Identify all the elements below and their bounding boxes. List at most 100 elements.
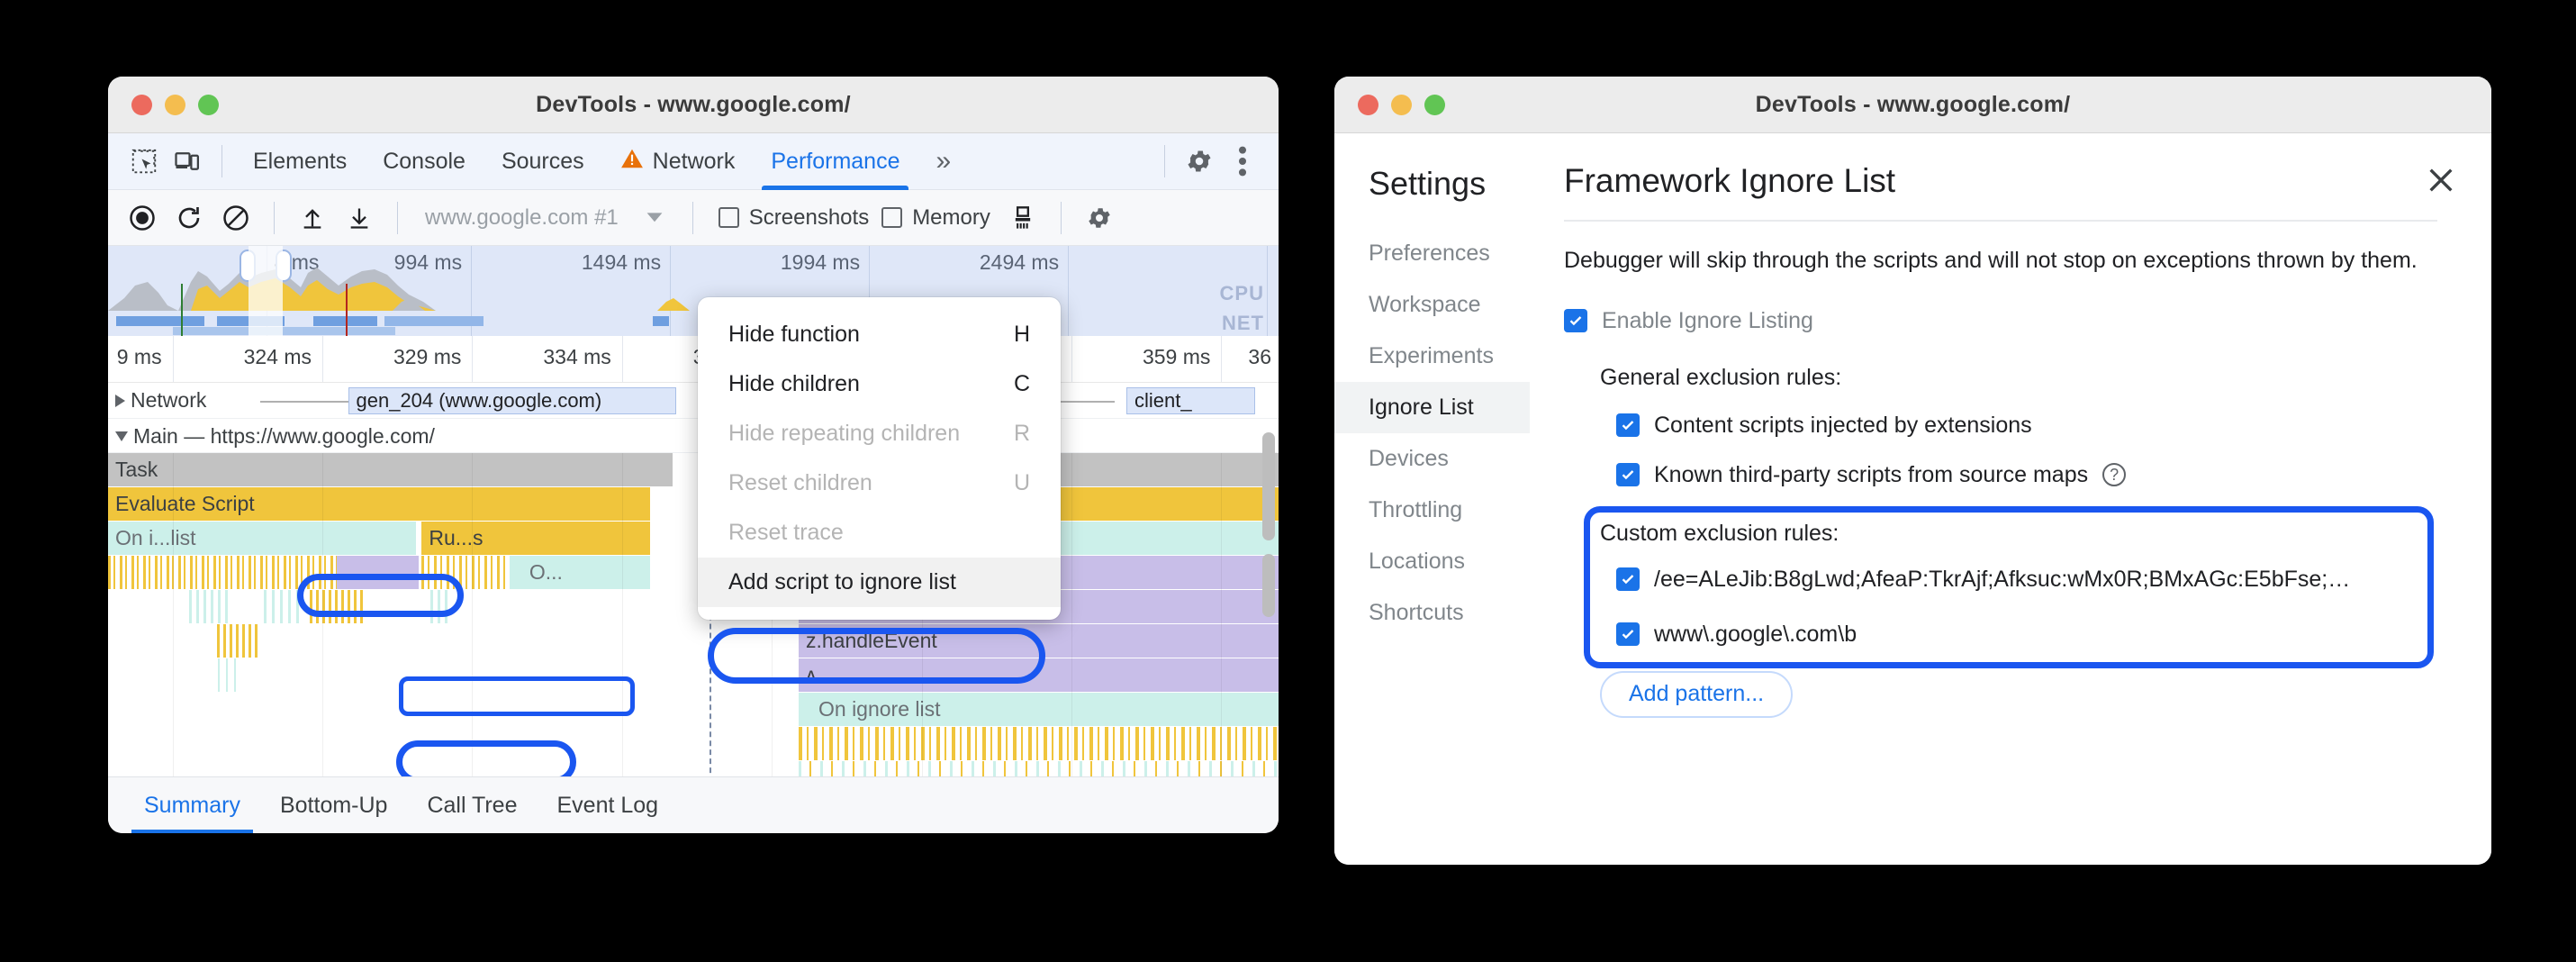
toggle-device-toolbar-icon[interactable] (166, 140, 209, 183)
toolbar2-divider-3 (692, 202, 693, 234)
tab-sources[interactable]: Sources (484, 133, 602, 190)
chevron-down-icon[interactable] (633, 196, 676, 240)
flame-gridline-4 (622, 453, 623, 818)
flame-gridline-7 (1071, 453, 1072, 818)
bottom-tab-summary[interactable]: Summary (124, 777, 260, 834)
sidebar-item-preferences[interactable]: Preferences (1334, 228, 1530, 279)
more-options-icon[interactable] (1221, 140, 1264, 183)
flame-bar-on-ignore-list-a[interactable]: On i...list (108, 522, 416, 555)
flame-bar-run-microtasks[interactable]: Ru...s (421, 522, 650, 555)
gear-icon[interactable] (1178, 140, 1221, 183)
collect-garbage-icon[interactable] (1001, 196, 1044, 240)
enable-ignore-listing-checkbox-box[interactable] (1564, 309, 1587, 332)
memory-checkbox[interactable]: Memory (881, 205, 990, 231)
trace-select-value[interactable]: www.google.com #1 (414, 205, 629, 231)
add-pattern-button[interactable]: Add pattern... (1600, 671, 1793, 718)
flame-bar-evaluate-script-label: Evaluate Script (115, 492, 255, 516)
custom-rule-1[interactable]: /ee=ALeJib:B8gLwd;AfeaP:TkrAjf;Afksuc:wM… (1616, 567, 2437, 593)
collapse-triangle-icon[interactable] (115, 431, 128, 441)
enable-ignore-listing-checkbox[interactable]: Enable Ignore Listing (1564, 308, 2437, 334)
screenshots-checkbox[interactable]: Screenshots (719, 205, 869, 231)
memory-checkbox-box[interactable] (881, 207, 902, 228)
settings-main-panel: Framework Ignore List Debugger will skip… (1530, 133, 2491, 865)
context-menu-item-hide-children[interactable]: Hide children C (698, 359, 1061, 409)
flame-chart[interactable]: Task Task Evaluate Script Function Call … (108, 453, 1279, 818)
sidebar-item-throttling[interactable]: Throttling (1334, 485, 1530, 536)
reload-record-icon[interactable] (167, 196, 211, 240)
flame-bar-on-ignore-list-c[interactable]: O... (510, 556, 650, 589)
tab-network[interactable]: Network (602, 133, 754, 190)
context-menu-item-reset-trace: Reset trace (698, 508, 1061, 558)
context-menu-item-reset-children: Reset children U (698, 458, 1061, 508)
flame-bar-task-1[interactable]: Task (108, 453, 673, 486)
flame-dense-ticks-row8 (799, 727, 1279, 760)
inspect-element-icon[interactable] (122, 140, 166, 183)
network-request-chip-1[interactable]: gen_204 (www.google.com) (348, 387, 676, 414)
performance-toolbar: www.google.com #1 Screenshots Memory (108, 190, 1279, 246)
expand-triangle-icon[interactable] (115, 395, 125, 407)
tab-console-label: Console (383, 149, 465, 175)
bottom-tab-bottom-up[interactable]: Bottom-Up (260, 777, 407, 834)
sidebar-item-ignore-list[interactable]: Ignore List (1334, 382, 1530, 433)
rule-content-scripts-checkbox-box[interactable] (1616, 413, 1640, 437)
main-track-header[interactable]: Main — https://www.google.com/ (108, 419, 1279, 453)
flame-bar-caret[interactable]: ʌ (799, 658, 1279, 692)
ruler-tick-2: 329 ms (393, 345, 468, 369)
flame-dense-ticks-row4-b (264, 590, 303, 623)
sidebar-item-shortcuts[interactable]: Shortcuts (1334, 587, 1530, 639)
tab-elements[interactable]: Elements (235, 133, 365, 190)
flame-bar-evaluate-script[interactable]: Evaluate Script (108, 487, 650, 521)
custom-rule-2-checkbox-box[interactable] (1616, 622, 1640, 646)
flame-bar-z-handleevent[interactable]: z.handleEvent (799, 624, 1279, 658)
network-track[interactable]: Network gen_204 (www.google.com) client_ (108, 383, 1279, 419)
bottom-tab-event-log[interactable]: Event Log (538, 777, 679, 834)
clear-icon[interactable] (214, 196, 258, 240)
context-menu-item-hide-function[interactable]: Hide function H (698, 310, 1061, 359)
screenshots-checkbox-box[interactable] (719, 207, 739, 228)
context-menu-item-add-script-to-ignore-list[interactable]: Add script to ignore list (698, 558, 1061, 607)
flame-chart-scrollbar[interactable] (1262, 432, 1275, 540)
left-window-title: DevTools - www.google.com/ (108, 92, 1279, 118)
tab-network-label: Network (653, 149, 736, 175)
download-profile-icon[interactable] (338, 196, 381, 240)
more-tabs-button[interactable]: » (917, 133, 969, 190)
network-track-label[interactable]: Network (115, 388, 206, 413)
tabbar-right-divider (1164, 145, 1165, 177)
main-track-label[interactable]: Main — https://www.google.com/ (115, 424, 435, 449)
flame-chart-scrollbar-2[interactable] (1262, 554, 1275, 617)
sidebar-item-locations[interactable]: Locations (1334, 536, 1530, 587)
sidebar-item-experiments[interactable]: Experiments (1334, 331, 1530, 382)
flame-dense-ticks-row3-left (108, 556, 337, 589)
context-menu-item-hide-repeating-children-key: R (1012, 421, 1030, 447)
context-menu-item-add-script-to-ignore-list-label: Add script to ignore list (728, 569, 976, 595)
help-icon[interactable]: ? (2102, 463, 2126, 486)
tab-performance[interactable]: Performance (753, 133, 917, 190)
sidebar-item-devices[interactable]: Devices (1334, 433, 1530, 485)
flame-dense-ticks-row4-a (189, 590, 229, 623)
cpu-label: CPU (1220, 282, 1264, 305)
flame-bar-on-ignore-list-d[interactable]: On ignore list (799, 693, 1279, 726)
enable-ignore-listing-label: Enable Ignore Listing (1602, 308, 1813, 334)
capture-settings-gear-icon[interactable] (1078, 196, 1121, 240)
overview-selection-window[interactable] (249, 246, 283, 336)
upload-profile-icon[interactable] (291, 196, 334, 240)
network-request-chip-2[interactable]: client_ (1126, 387, 1255, 414)
timeline-overview[interactable]: 4 ms 994 ms 1494 ms 1994 ms 2494 ms (108, 246, 1279, 336)
flame-context-menu[interactable]: Hide function H Hide children C Hide rep… (698, 297, 1061, 620)
bottom-tab-call-tree[interactable]: Call Tree (407, 777, 537, 834)
flame-bar-purple-block-1[interactable] (337, 556, 419, 589)
rule-content-scripts-checkbox[interactable]: Content scripts injected by extensions (1616, 413, 2437, 439)
rule-third-party-scripts-checkbox-box[interactable] (1616, 463, 1640, 486)
toolbar2-divider-1 (274, 202, 275, 234)
ruler-tick-0: 9 ms (117, 345, 169, 369)
context-menu-item-hide-function-key: H (1012, 322, 1030, 348)
tab-console[interactable]: Console (365, 133, 484, 190)
settings-body: Settings Preferences Workspace Experimen… (1334, 133, 2491, 865)
flame-gridline-2 (322, 453, 323, 818)
custom-rule-1-checkbox-box[interactable] (1616, 567, 1640, 591)
custom-rule-2[interactable]: www\.google\.com\b (1616, 622, 2437, 648)
sidebar-item-workspace[interactable]: Workspace (1334, 279, 1530, 331)
record-icon[interactable] (121, 196, 164, 240)
context-menu-item-hide-function-label: Hide function (728, 322, 976, 348)
rule-third-party-scripts-checkbox[interactable]: Known third-party scripts from source ma… (1616, 462, 2437, 488)
